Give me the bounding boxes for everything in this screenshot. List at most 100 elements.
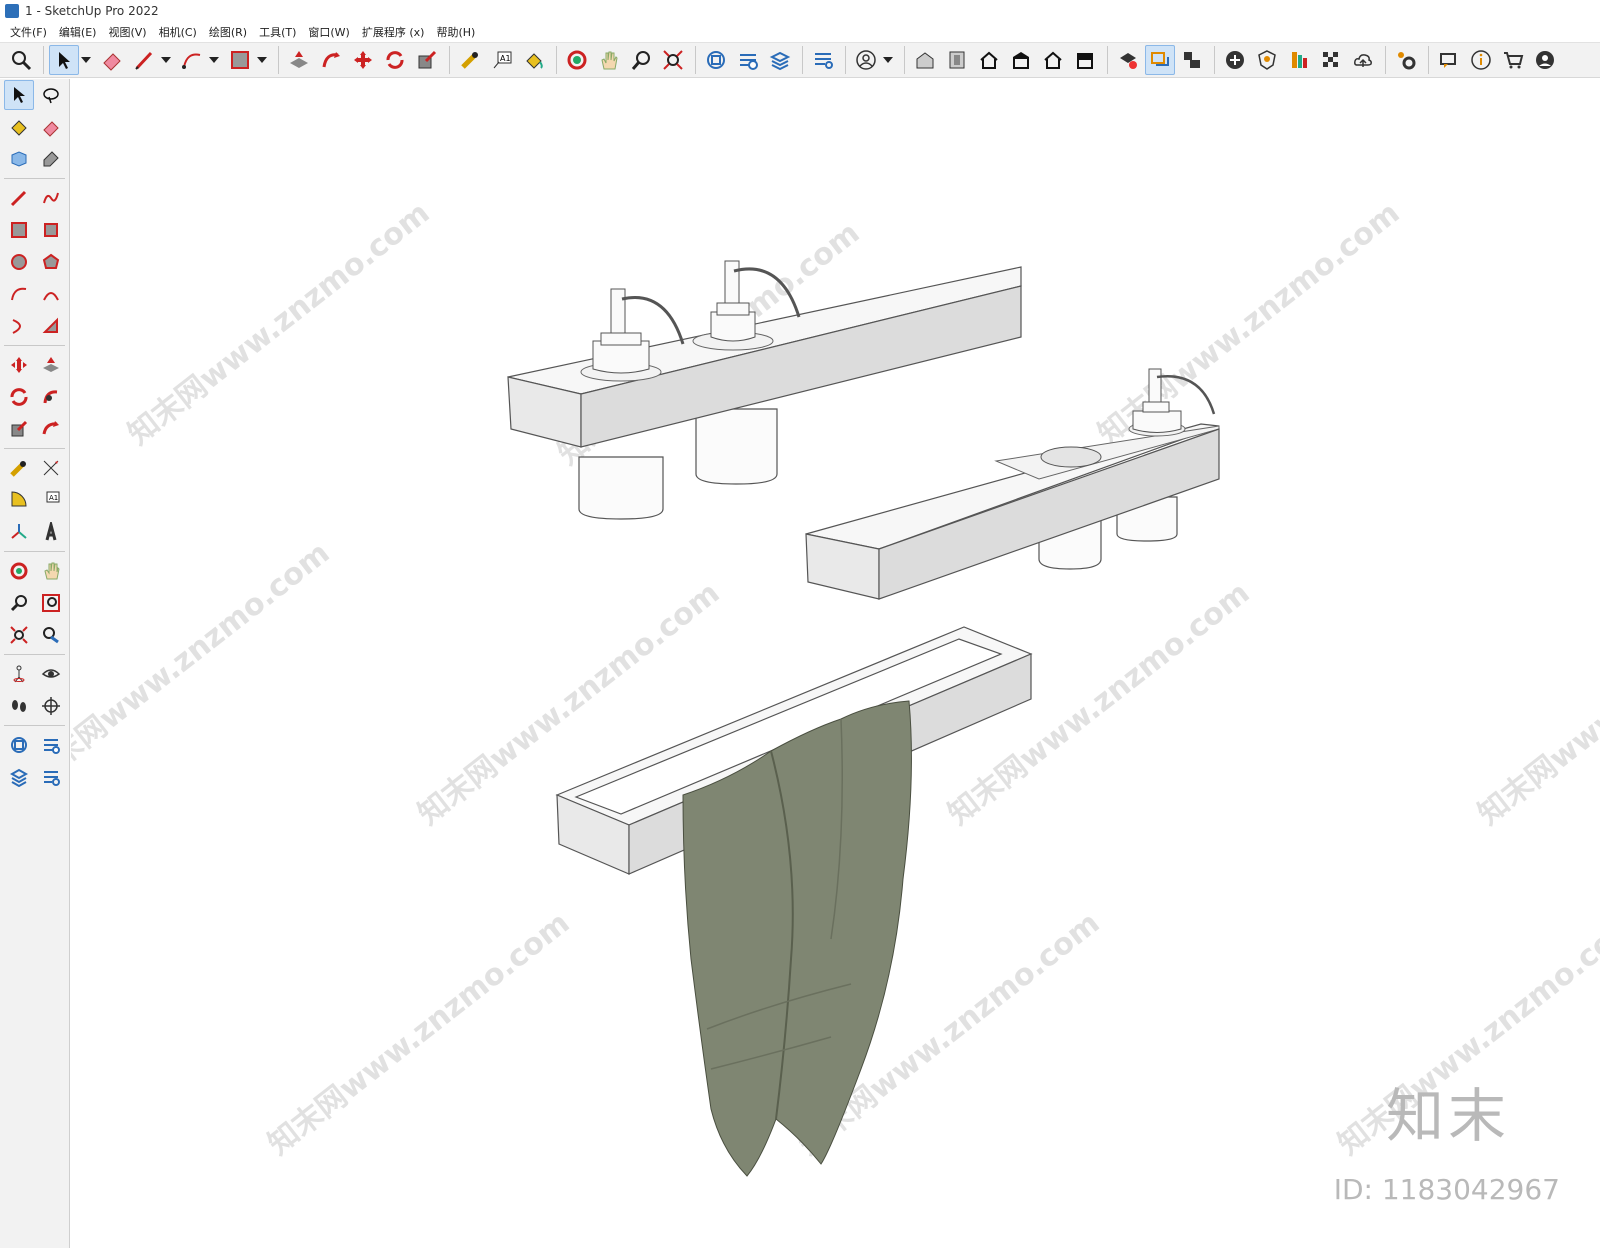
double-dispenser-shelf[interactable] <box>507 260 1022 520</box>
shop-icon[interactable] <box>1038 45 1068 75</box>
comment-icon[interactable] <box>1434 45 1464 75</box>
house-icon[interactable] <box>1006 45 1036 75</box>
zoom-icon[interactable] <box>6 45 36 75</box>
rectangle-tool-icon[interactable] <box>4 215 34 245</box>
home-icon[interactable] <box>974 45 1004 75</box>
pan-tool-icon[interactable] <box>36 556 66 586</box>
make-component-icon[interactable] <box>4 144 34 174</box>
pan-icon[interactable] <box>594 45 624 75</box>
protractor-icon[interactable] <box>4 485 34 515</box>
chevron-down-icon[interactable] <box>209 45 219 75</box>
eraser-icon[interactable] <box>97 45 127 75</box>
orbit-tool-icon[interactable] <box>4 556 34 586</box>
move-icon[interactable] <box>348 45 378 75</box>
rotate-icon[interactable] <box>380 45 410 75</box>
position-camera-icon[interactable] <box>4 659 34 689</box>
follow-me-icon[interactable] <box>316 45 346 75</box>
layers-icon[interactable] <box>765 45 795 75</box>
rotated-rectangle-icon[interactable] <box>36 215 66 245</box>
menu-tools[interactable]: 工具(T) <box>253 24 302 40</box>
select-tool-icon[interactable] <box>4 80 34 110</box>
paint-bucket-tool-icon[interactable] <box>4 112 34 142</box>
zoom-extents-tool-icon[interactable] <box>4 620 34 650</box>
3d-text-icon[interactable] <box>36 517 66 547</box>
menu-extensions[interactable]: 扩展程序 (x) <box>356 24 431 40</box>
info-icon[interactable] <box>1466 45 1496 75</box>
solid-tools-icon[interactable] <box>1113 45 1143 75</box>
rectangle-icon[interactable] <box>225 45 255 75</box>
styles-icon[interactable] <box>733 45 763 75</box>
rotate-tool-icon[interactable] <box>4 382 34 412</box>
menu-help[interactable]: 帮助(H) <box>430 24 481 40</box>
model-viewport[interactable]: 知末网www.znzmo.com 知末网www.znzmo.com 知末网www… <box>71 79 1600 1248</box>
follow-me-tool-icon[interactable] <box>36 382 66 412</box>
polygon-tool-icon[interactable] <box>36 247 66 277</box>
camera-icon[interactable] <box>1177 45 1207 75</box>
arc-icon[interactable] <box>177 45 207 75</box>
walk-icon[interactable] <box>4 691 34 721</box>
eraser-tool-icon[interactable] <box>36 112 66 142</box>
text-icon[interactable]: A1 <box>487 45 517 75</box>
tape-measure-tool-icon[interactable] <box>4 453 34 483</box>
checker-icon[interactable] <box>1316 45 1346 75</box>
share-model-icon[interactable] <box>942 45 972 75</box>
scenes-icon[interactable] <box>808 45 838 75</box>
settings-icon[interactable] <box>1391 45 1421 75</box>
menu-edit[interactable]: 编辑(E) <box>53 24 103 40</box>
components-tool-icon[interactable] <box>4 730 34 760</box>
pie-tool-icon[interactable] <box>36 311 66 341</box>
chevron-down-icon[interactable] <box>81 45 91 75</box>
extension-icon[interactable] <box>1070 45 1100 75</box>
styles-tool-icon[interactable] <box>36 730 66 760</box>
offset-tool-icon[interactable] <box>36 414 66 444</box>
scenes-tool-icon[interactable] <box>36 762 66 792</box>
layers-tool-icon[interactable] <box>4 762 34 792</box>
user-icon[interactable] <box>851 45 881 75</box>
add-icon[interactable] <box>1220 45 1250 75</box>
account-icon[interactable] <box>1530 45 1560 75</box>
previous-view-icon[interactable] <box>36 620 66 650</box>
freehand-icon[interactable] <box>36 183 66 213</box>
orbit-icon[interactable] <box>562 45 592 75</box>
tag-icon[interactable] <box>36 144 66 174</box>
cart-icon[interactable] <box>1498 45 1528 75</box>
circle-tool-icon[interactable] <box>4 247 34 277</box>
text-tool-icon[interactable]: A1 <box>36 485 66 515</box>
chevron-down-icon[interactable] <box>161 45 171 75</box>
line-tool-icon[interactable] <box>4 183 34 213</box>
arc-tool-icon[interactable] <box>4 279 34 309</box>
single-dispenser-shelf[interactable] <box>805 368 1220 600</box>
outliner-icon[interactable] <box>1145 45 1175 75</box>
lasso-icon[interactable] <box>36 80 66 110</box>
warehouse-icon[interactable] <box>910 45 940 75</box>
scale-icon[interactable] <box>412 45 442 75</box>
menu-draw[interactable]: 绘图(R) <box>203 24 253 40</box>
scale-tool-icon[interactable] <box>4 414 34 444</box>
zoom-tool-icon[interactable] <box>4 588 34 618</box>
chevron-down-icon[interactable] <box>257 45 267 75</box>
menu-file[interactable]: 文件(F) <box>4 24 53 40</box>
towel-rail[interactable] <box>555 626 1033 1177</box>
menu-camera[interactable]: 相机(C) <box>153 24 203 40</box>
three-point-arc-icon[interactable] <box>4 311 34 341</box>
zoom-window-tool-icon[interactable] <box>36 588 66 618</box>
look-around-icon[interactable] <box>36 659 66 689</box>
chevron-down-icon[interactable] <box>883 45 893 75</box>
material-icon[interactable] <box>1284 45 1314 75</box>
select-icon[interactable] <box>49 45 79 75</box>
push-pull-tool-icon[interactable] <box>36 350 66 380</box>
zoom-extents-icon[interactable] <box>658 45 688 75</box>
components-icon[interactable] <box>701 45 731 75</box>
menu-view[interactable]: 视图(V) <box>102 24 152 40</box>
menu-window[interactable]: 窗口(W) <box>302 24 355 40</box>
tape-measure-icon[interactable] <box>455 45 485 75</box>
shield-icon[interactable] <box>1252 45 1282 75</box>
paint-bucket-icon[interactable] <box>519 45 549 75</box>
two-point-arc-icon[interactable] <box>36 279 66 309</box>
axes-icon[interactable] <box>4 517 34 547</box>
pencil-icon[interactable] <box>129 45 159 75</box>
section-plane-icon[interactable] <box>36 691 66 721</box>
dimension-tool-icon[interactable] <box>36 453 66 483</box>
move-tool-icon[interactable] <box>4 350 34 380</box>
cloud-icon[interactable] <box>1348 45 1378 75</box>
